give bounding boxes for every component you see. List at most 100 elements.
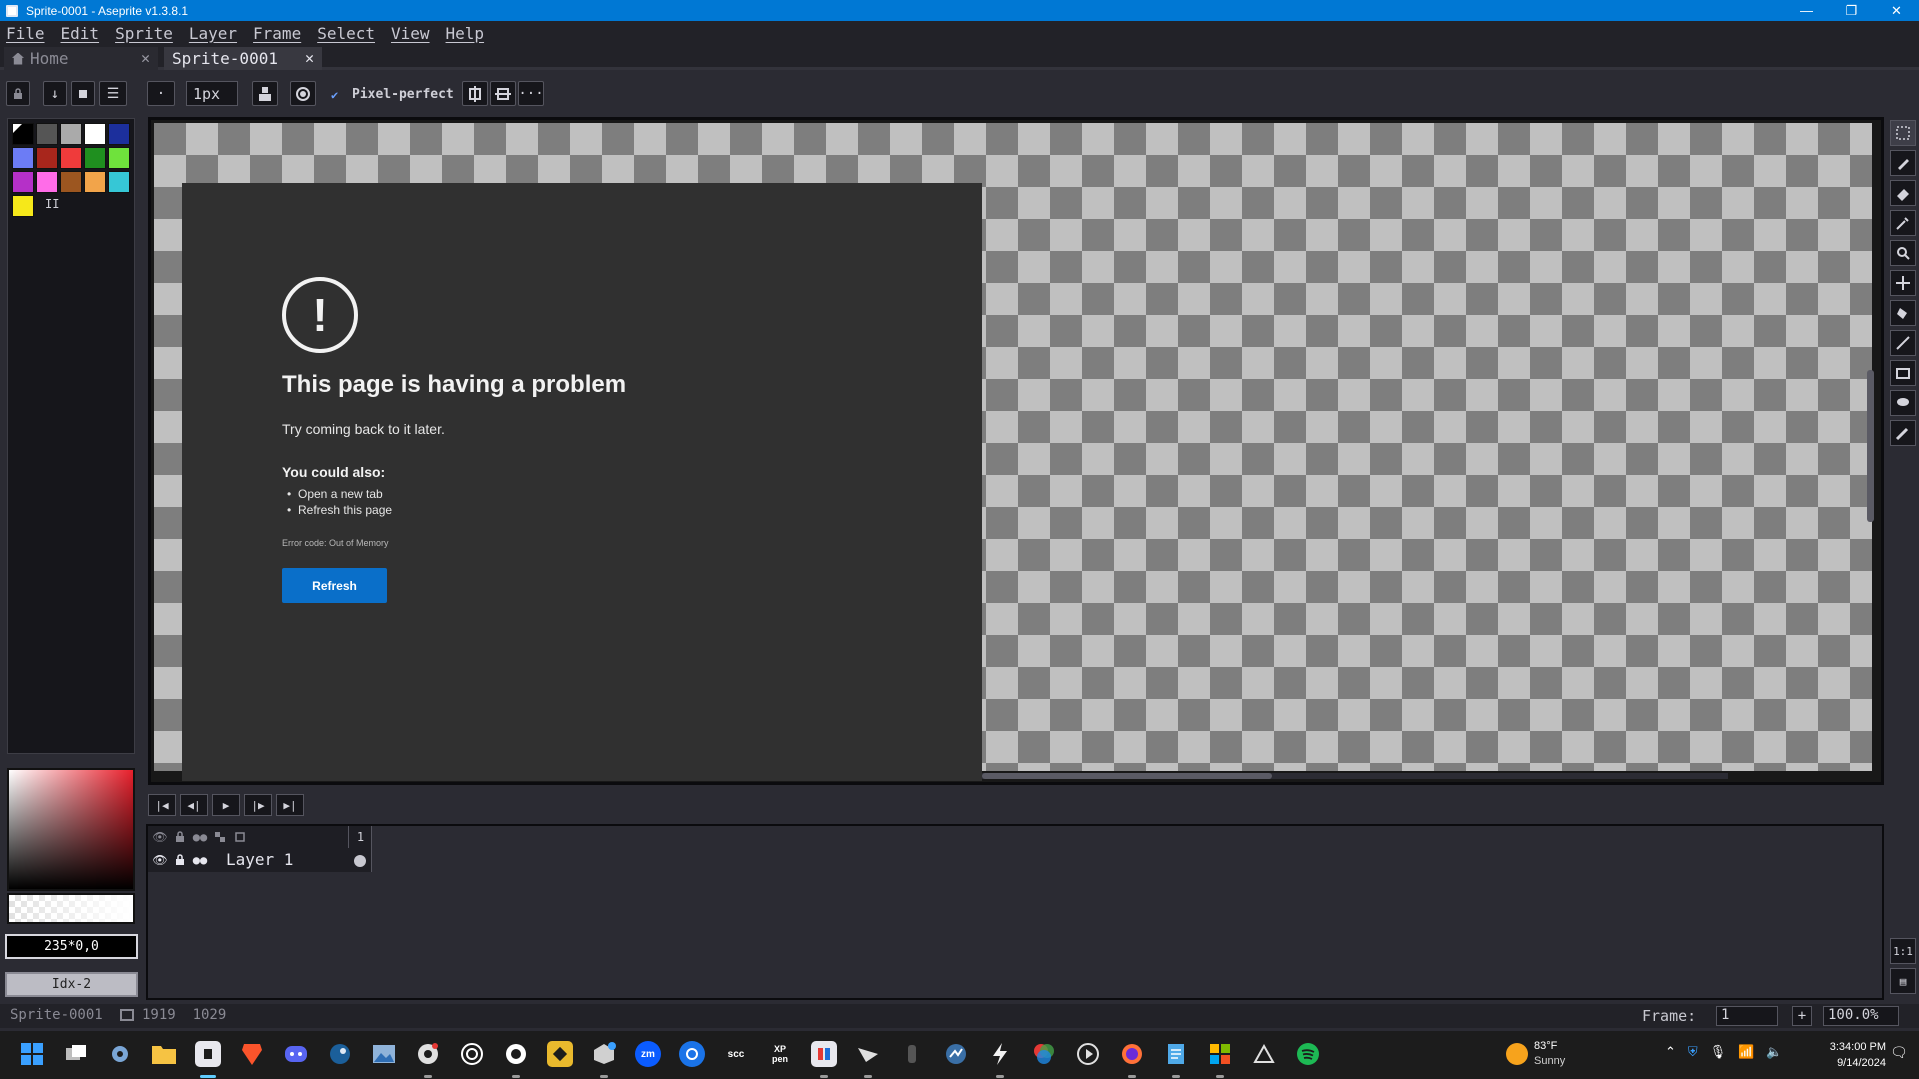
palette-resize-icon[interactable] xyxy=(71,81,95,106)
alpha-slider[interactable] xyxy=(7,893,135,924)
line-icon[interactable] xyxy=(1890,330,1916,356)
steam-icon[interactable] xyxy=(327,1041,353,1067)
app-icon[interactable] xyxy=(1251,1041,1277,1067)
tab-home[interactable]: Home ✕ xyxy=(4,47,158,70)
new-frame-button[interactable]: + xyxy=(1792,1006,1812,1026)
notepad-icon[interactable] xyxy=(1163,1041,1189,1067)
app-icon[interactable] xyxy=(1031,1041,1057,1067)
more-options-icon[interactable]: ··· xyxy=(518,81,544,106)
palette-swatch[interactable] xyxy=(36,147,58,169)
palette-swatch[interactable] xyxy=(12,171,34,193)
cel-dot[interactable] xyxy=(354,855,366,867)
app-icon[interactable] xyxy=(503,1041,529,1067)
eye-icon[interactable]: 👁 xyxy=(150,852,170,868)
frame-header[interactable]: 1 xyxy=(348,826,372,848)
aseprite-taskbar-icon[interactable] xyxy=(195,1041,221,1067)
list-item[interactable]: Open a new tab xyxy=(282,486,392,502)
refresh-button[interactable]: Refresh xyxy=(282,568,387,603)
task-view-icon[interactable] xyxy=(63,1041,89,1067)
frame-input[interactable]: 1 xyxy=(1716,1006,1778,1026)
app-icon[interactable] xyxy=(1075,1041,1101,1067)
palette-menu-icon[interactable]: ☰ xyxy=(99,81,127,106)
maximize-button[interactable]: ❐ xyxy=(1829,0,1874,21)
palette-swatch[interactable] xyxy=(84,147,106,169)
eye-icon[interactable]: 👁 xyxy=(150,829,170,845)
next-frame-icon[interactable]: |▶ xyxy=(244,794,272,816)
menu-frame[interactable]: Frame xyxy=(253,24,301,43)
app-icon[interactable] xyxy=(943,1041,969,1067)
color-index-readout[interactable]: Idx-2 xyxy=(5,972,138,997)
close-icon[interactable]: ✕ xyxy=(305,49,314,67)
spotify-icon[interactable] xyxy=(1295,1041,1321,1067)
play-icon[interactable]: ▶ xyxy=(212,794,240,816)
menu-view[interactable]: View xyxy=(391,24,430,43)
microphone-icon[interactable]: 🎙 xyxy=(1710,1045,1727,1060)
lasso-icon[interactable] xyxy=(1890,390,1916,416)
menu-sprite[interactable]: Sprite xyxy=(115,24,173,43)
lock-icon[interactable] xyxy=(170,852,190,868)
brush-type-icon[interactable]: · xyxy=(147,81,175,106)
continuous-icon[interactable]: ●● xyxy=(190,829,210,845)
app-icon[interactable] xyxy=(987,1041,1013,1067)
menu-select[interactable]: Select xyxy=(317,24,375,43)
palette-swatch[interactable] xyxy=(36,123,58,145)
palette-download-icon[interactable]: ↓ xyxy=(43,81,67,106)
palette-swatch[interactable] xyxy=(84,171,106,193)
color-value-readout[interactable]: 235*0,0 xyxy=(5,934,138,959)
brush-size-field[interactable]: 1px xyxy=(186,81,238,106)
continuous-icon[interactable]: ●● xyxy=(190,852,210,868)
palette-swatch[interactable] xyxy=(60,123,82,145)
palette-swatch[interactable] xyxy=(12,123,34,145)
eraser-icon[interactable] xyxy=(1890,180,1916,206)
firefox-icon[interactable] xyxy=(1119,1041,1145,1067)
palette-swatch[interactable] xyxy=(12,147,34,169)
chrome-icon[interactable] xyxy=(415,1041,441,1067)
layer-name[interactable]: Layer 1 xyxy=(226,850,293,869)
symmetry-horizontal-icon[interactable] xyxy=(490,81,516,106)
palette-swatch[interactable] xyxy=(108,171,130,193)
xp-pen-icon[interactable]: XP pen xyxy=(767,1041,793,1067)
discord-icon[interactable] xyxy=(283,1041,309,1067)
marquee-icon[interactable] xyxy=(1890,120,1916,146)
first-frame-icon[interactable]: |◀ xyxy=(148,794,176,816)
rectangle-icon[interactable] xyxy=(1890,360,1916,386)
vertical-scroll-thumb[interactable] xyxy=(1867,370,1874,522)
list-item[interactable]: Refresh this page xyxy=(282,502,392,518)
palette-swatch[interactable] xyxy=(36,171,58,193)
pixel-perfect-checkbox[interactable]: ✔ xyxy=(331,88,338,102)
timeline-options-icon[interactable]: ▤ xyxy=(1890,968,1916,994)
menu-file[interactable]: File xyxy=(6,24,45,43)
palette-swatch[interactable] xyxy=(108,147,130,169)
palette-swatch[interactable] xyxy=(84,123,106,145)
ink-type-icon[interactable] xyxy=(252,81,278,106)
app-icon[interactable] xyxy=(855,1041,881,1067)
bucket-icon[interactable] xyxy=(1890,300,1916,326)
horizontal-scroll-thumb[interactable] xyxy=(982,773,1272,779)
security-icon[interactable]: ⛨ xyxy=(1688,1045,1698,1060)
file-explorer-icon[interactable] xyxy=(151,1041,177,1067)
layer-row[interactable]: 👁 ●● Layer 1 xyxy=(148,848,372,872)
menu-edit[interactable]: Edit xyxy=(61,24,100,43)
color-spectrum[interactable] xyxy=(7,768,135,891)
scc-icon[interactable]: scc xyxy=(723,1041,749,1067)
app-icon[interactable] xyxy=(679,1041,705,1067)
minimize-button[interactable]: — xyxy=(1784,0,1829,21)
zoom-icon[interactable] xyxy=(1890,240,1916,266)
opacity-icon[interactable] xyxy=(290,81,316,106)
layer-group-icon[interactable] xyxy=(210,829,230,845)
wifi-icon[interactable]: 📶 xyxy=(1738,1045,1754,1060)
last-frame-icon[interactable]: ▶| xyxy=(276,794,304,816)
zoom-field[interactable]: 100.0% xyxy=(1823,1006,1899,1026)
zoom-app-icon[interactable]: zm xyxy=(635,1041,661,1067)
volume-icon[interactable]: 🔈 xyxy=(1766,1045,1782,1060)
clock[interactable]: 3:34:00 PM 9/14/2024 xyxy=(1816,1039,1886,1071)
app-icon[interactable] xyxy=(899,1041,925,1067)
blur-icon[interactable] xyxy=(1890,420,1916,446)
photos-icon[interactable] xyxy=(371,1041,397,1067)
symmetry-vertical-icon[interactable] xyxy=(462,81,488,106)
brave-icon[interactable] xyxy=(239,1041,265,1067)
start-icon[interactable] xyxy=(19,1041,45,1067)
previous-frame-icon[interactable]: ◀| xyxy=(180,794,208,816)
pencil-icon[interactable] xyxy=(1890,150,1916,176)
onion-skin-icon[interactable] xyxy=(230,829,250,845)
